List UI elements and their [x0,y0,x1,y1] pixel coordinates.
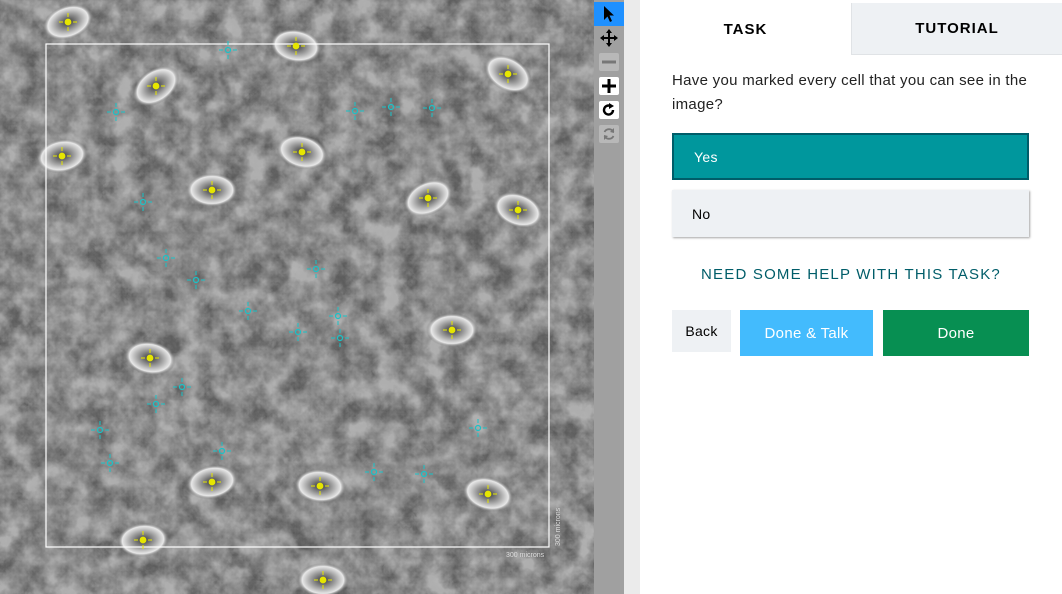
panel-divider [624,0,640,594]
done-button[interactable]: Done [883,310,1029,356]
tab-tutorial[interactable]: TUTORIAL [851,3,1062,55]
move-pan-button[interactable] [594,26,624,50]
select-pointer-icon [604,6,614,22]
task-panel: TASK TUTORIAL Have you marked every cell… [640,0,1062,594]
answer-yes-button[interactable]: Yes [672,133,1029,180]
panel-tabs: TASK TUTORIAL [640,3,1062,55]
task-question: Have you marked every cell that you can … [672,72,1028,113]
viewer-toolbar [594,0,624,594]
tab-task[interactable]: TASK [640,3,851,55]
done-and-talk-button[interactable]: Done & Talk [740,310,873,356]
move-pan-icon [600,29,618,47]
subject-viewer[interactable]: 300 microns 300 microns [0,0,594,594]
help-link[interactable]: NEED SOME HELP WITH THIS TASK? [640,266,1062,283]
rotate-button[interactable] [594,98,624,122]
back-button[interactable]: Back [672,310,731,352]
scale-bar-horizontal: 300 microns [506,552,545,559]
zoom-out-button[interactable] [594,50,624,74]
zoom-in-icon [599,77,619,95]
reset-view-button[interactable] [594,122,624,146]
zoom-in-button[interactable] [594,74,624,98]
answer-no-label: No [692,205,711,222]
answer-no-button[interactable]: No [672,190,1029,237]
answer-yes-label: Yes [694,148,718,165]
zoom-out-icon [599,53,619,71]
select-pointer-button[interactable] [594,2,624,26]
reset-view-icon [599,125,619,143]
rotate-icon [599,101,619,119]
scale-bar-vertical: 300 microns [555,507,562,546]
leaf-surface-image[interactable]: 300 microns 300 microns [0,0,594,594]
